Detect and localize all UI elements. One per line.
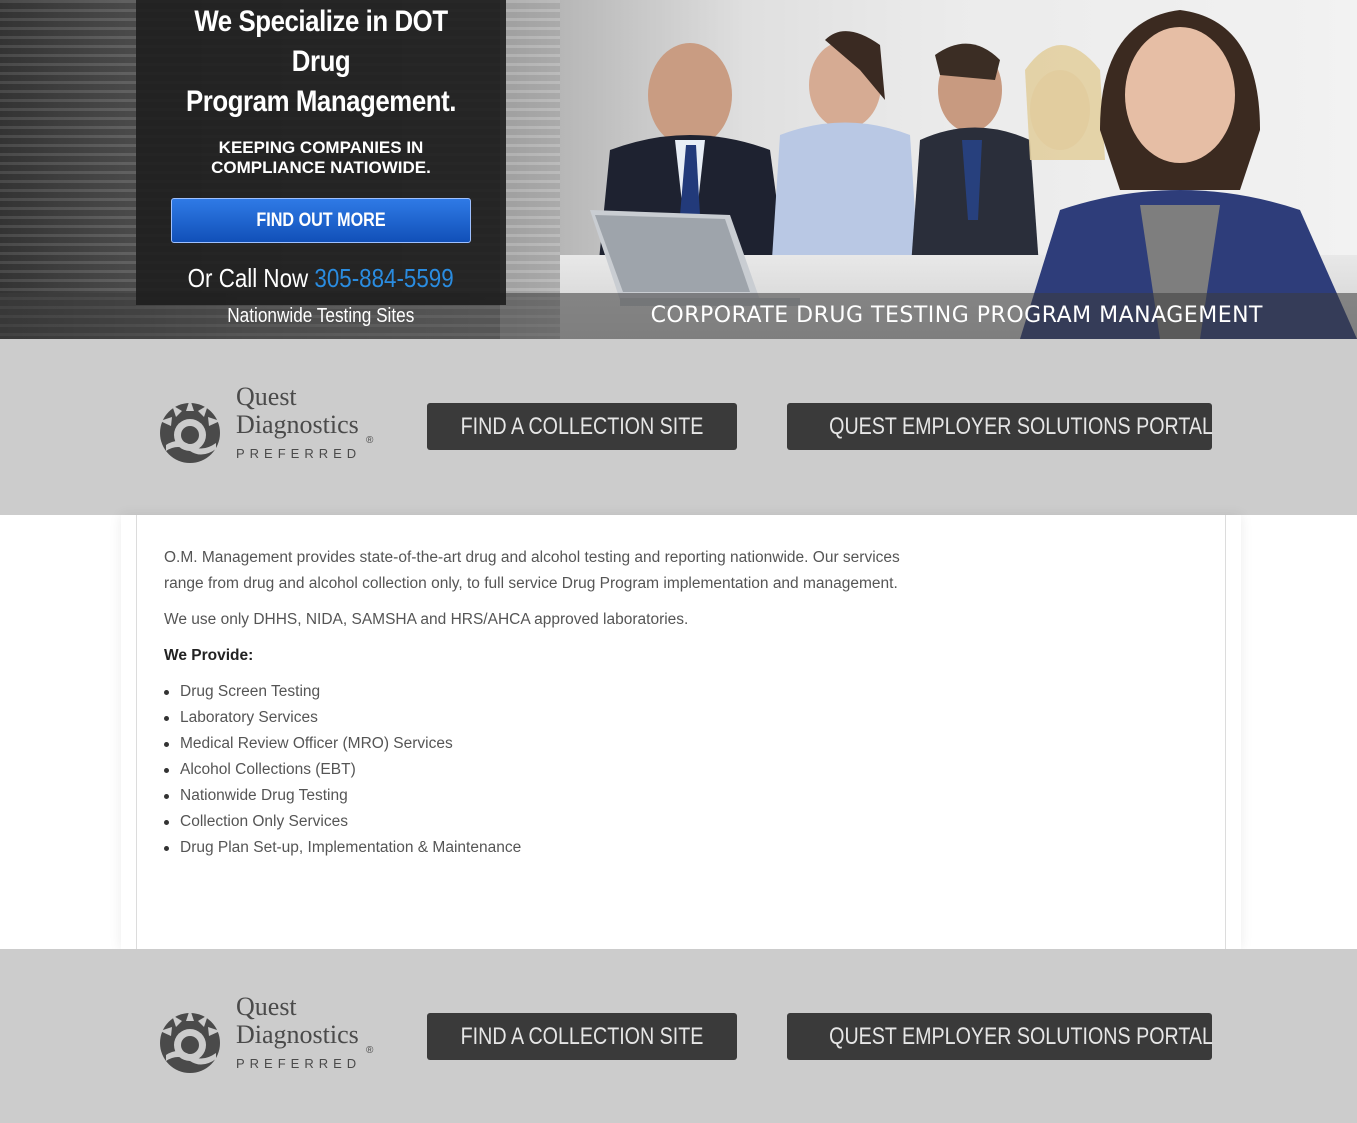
logo-text-preferred: PREFERRED (236, 446, 362, 461)
labs-paragraph: We use only DHHS, NIDA, SAMSHA and HRS/A… (164, 611, 689, 628)
hero-title: We Specialize in DOT Drug Program Manage… (162, 2, 480, 122)
list-item: Medical Review Officer (MRO) Services (164, 731, 1225, 757)
hero-subtitle-line1: KEEPING COMPANIES IN (218, 138, 424, 157)
main-content: O.M. Management provides state-of-the-ar… (136, 515, 1226, 949)
quest-sun-icon (160, 399, 220, 463)
list-item: Collection Only Services (164, 809, 1225, 835)
nationwide-sites-label: Nationwide Testing Sites (227, 305, 415, 327)
list-item: Laboratory Services (164, 705, 1225, 731)
list-item: Drug Plan Set-up, Implementation & Maint… (164, 835, 1225, 861)
logo-text-preferred: PREFERRED (236, 1056, 362, 1071)
list-item: Drug Screen Testing (164, 679, 1225, 705)
call-now-line: Or Call Now 305-884-5599 (136, 261, 506, 295)
quest-sun-icon (160, 1009, 220, 1073)
call-now-label: Or Call Now (187, 263, 309, 293)
services-list: Drug Screen Testing Laboratory Services … (164, 679, 1225, 861)
find-out-more-button[interactable]: FIND OUT MORE (171, 198, 471, 243)
employer-portal-label: QUEST EMPLOYER SOLUTIONS PORTAL (829, 413, 1213, 440)
hero-subtitle: KEEPING COMPANIES IN COMPLIANCE NATIOWID… (136, 138, 506, 178)
quest-diagnostics-logo[interactable]: Quest Diagnostics ® PREFERRED (152, 383, 382, 473)
phone-link[interactable]: 305-884-5599 (315, 263, 454, 293)
logo-registered-mark: ® (366, 1045, 374, 1056)
we-provide-heading: We Provide: (164, 647, 254, 664)
hero-title-line2: Program Management. (186, 85, 456, 118)
find-collection-site-button[interactable]: FIND A COLLECTION SITE (427, 1013, 737, 1060)
employer-portal-button[interactable]: QUEST EMPLOYER SOLUTIONS PORTAL (787, 1013, 1213, 1060)
hero-caption: CORPORATE DRUG TESTING PROGRAM MANAGEMEN… (650, 303, 1263, 328)
hero-banner: CORPORATE DRUG TESTING PROGRAM MANAGEMEN… (0, 0, 1357, 339)
business-meeting-photo (500, 0, 1357, 339)
logo-text-quest: Quest (236, 992, 297, 1021)
logo-text-diagnostics: Diagnostics (236, 410, 359, 439)
list-item: Nationwide Drug Testing (164, 783, 1225, 809)
find-out-more-label: FIND OUT MORE (256, 210, 386, 231)
hero-subtitle-line2: COMPLIANCE NATIOWIDE. (211, 158, 431, 177)
find-collection-site-label: FIND A COLLECTION SITE (460, 413, 704, 440)
employer-portal-button[interactable]: QUEST EMPLOYER SOLUTIONS PORTAL (787, 403, 1213, 450)
nationwide-sites: Nationwide Testing Sites (136, 303, 506, 329)
intro-paragraph: O.M. Management provides state-of-the-ar… (164, 549, 900, 592)
hero-title-line1: We Specialize in DOT Drug (194, 5, 448, 78)
quest-band-top: Quest Diagnostics ® PREFERRED FIND A COL… (0, 339, 1357, 515)
logo-text-quest: Quest (236, 382, 297, 411)
find-collection-site-label: FIND A COLLECTION SITE (460, 1023, 704, 1050)
quest-band-bottom: Quest Diagnostics ® PREFERRED FIND A COL… (0, 949, 1357, 1123)
hero-promo-box: We Specialize in DOT Drug Program Manage… (136, 0, 506, 327)
logo-text-diagnostics: Diagnostics (236, 1020, 359, 1049)
quest-diagnostics-logo[interactable]: Quest Diagnostics ® PREFERRED (152, 993, 382, 1083)
logo-registered-mark: ® (366, 435, 374, 446)
list-item: Alcohol Collections (EBT) (164, 757, 1225, 783)
find-collection-site-button[interactable]: FIND A COLLECTION SITE (427, 403, 737, 450)
employer-portal-label: QUEST EMPLOYER SOLUTIONS PORTAL (829, 1023, 1213, 1050)
